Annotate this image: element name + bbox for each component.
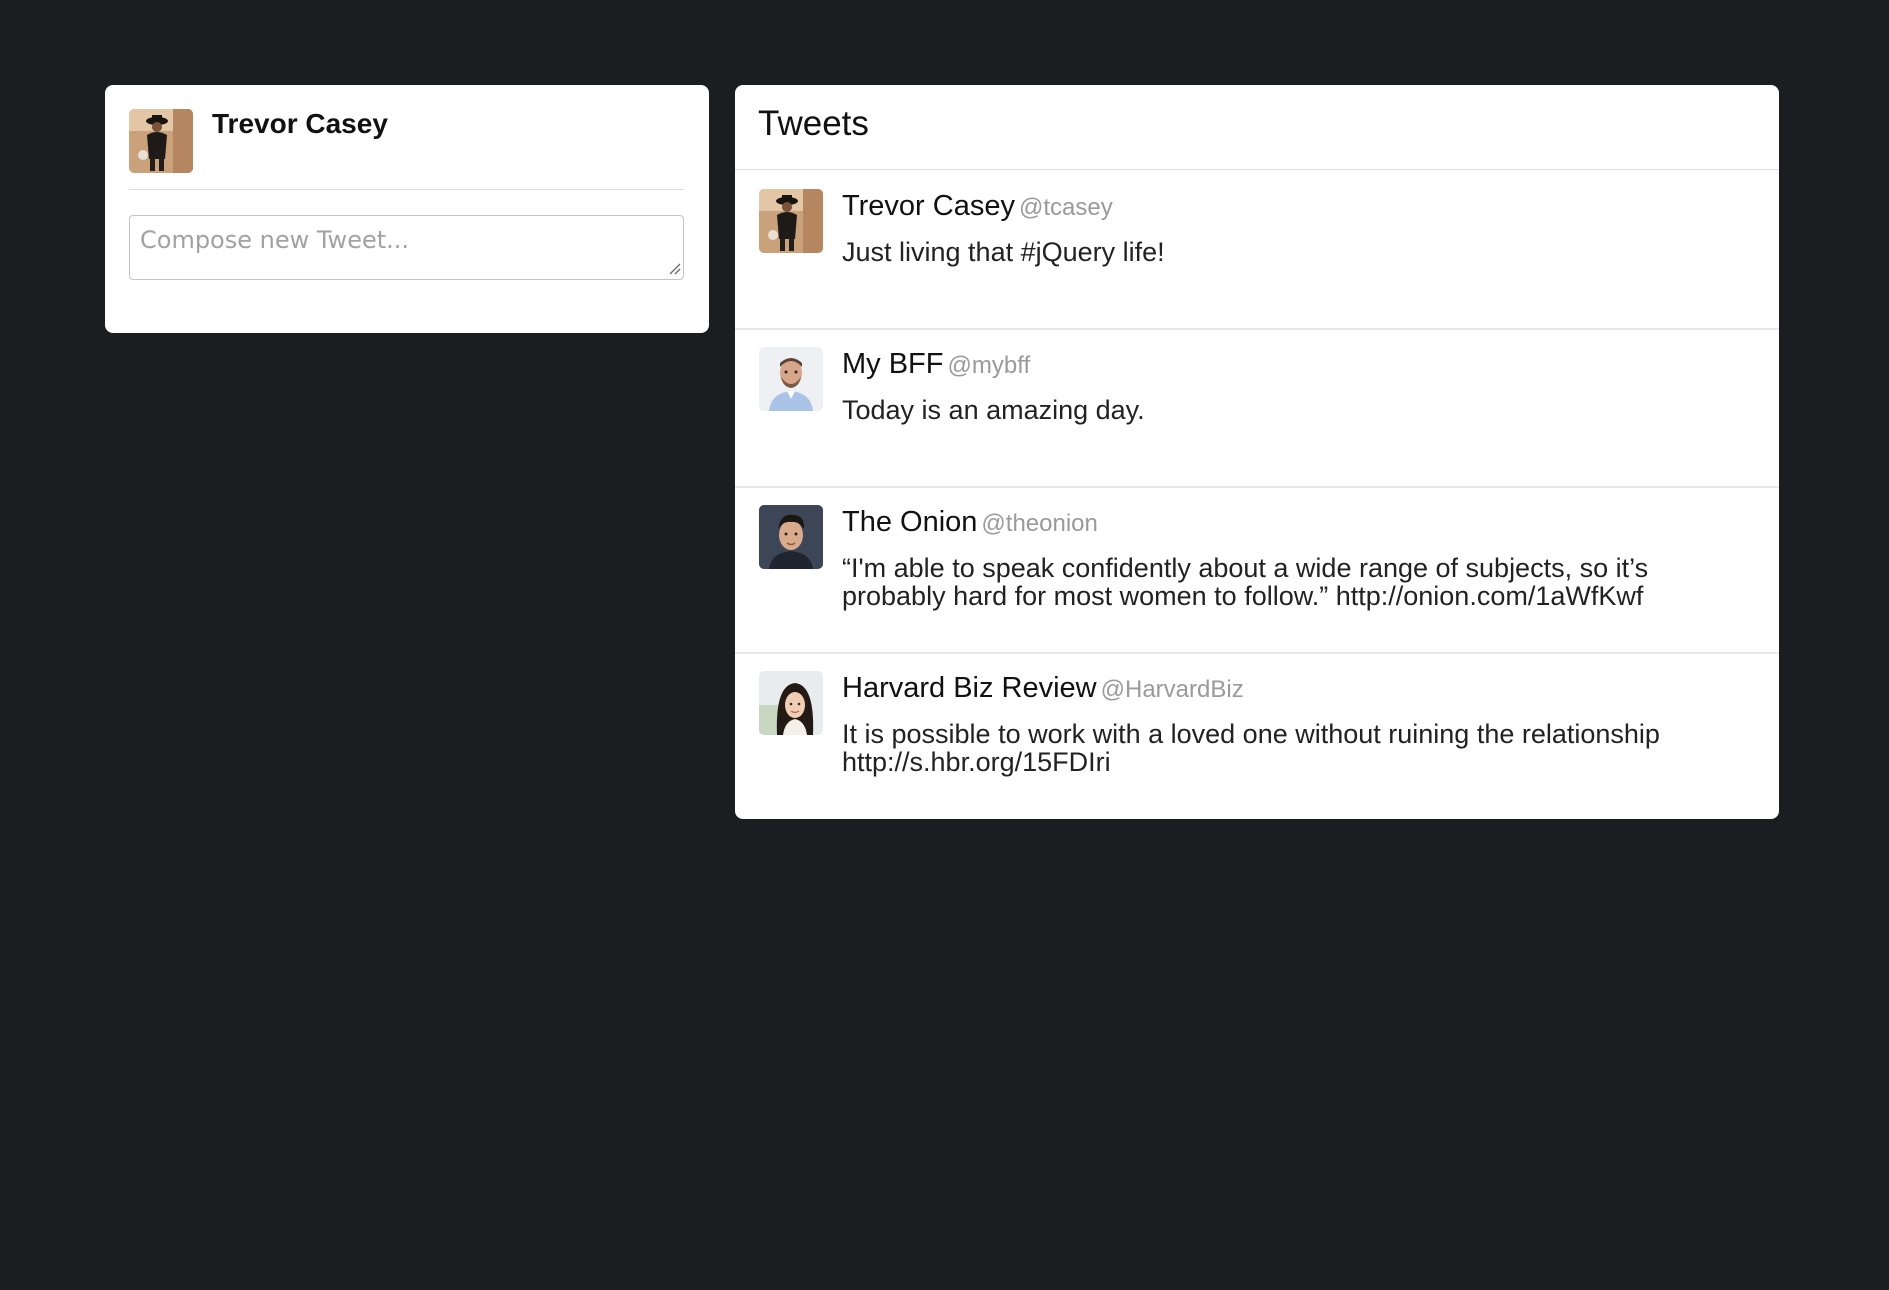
profile-name: Trevor Casey [212, 108, 388, 139]
tweet-text: Just living that #jQuery life! [842, 237, 1165, 267]
tweets-header-divider [735, 169, 1779, 170]
tweet-author-handle[interactable]: @theonion [981, 510, 1097, 537]
tweet-author-name[interactable]: The Onion [842, 506, 977, 538]
tweet-text: Today is an amazing day. [842, 395, 1145, 425]
resize-grip-icon[interactable] [669, 263, 681, 275]
tweet-author-name[interactable]: Harvard Biz Review [842, 672, 1097, 704]
tweet-author-name[interactable]: My BFF [842, 348, 944, 380]
profile-card: Trevor Casey [105, 85, 709, 333]
tweet-divider [735, 328, 1779, 330]
tweet-text: It is possible to work with a loved one … [842, 719, 1660, 777]
tweet-author-handle[interactable]: @HarvardBiz [1101, 676, 1244, 703]
profile-divider [129, 189, 684, 190]
tweet-avatar[interactable] [759, 671, 823, 735]
tweet-divider [735, 652, 1779, 654]
tweet-author-name[interactable]: Trevor Casey [842, 190, 1015, 222]
tweet-author-handle[interactable]: @mybff [948, 352, 1031, 379]
tweet-header: Harvard Biz Review @HarvardBiz [842, 672, 1244, 705]
tweet-text: “I'm able to speak confidently about a w… [842, 553, 1649, 611]
tweets-title: Tweets [758, 104, 869, 143]
tweet-divider [735, 486, 1779, 488]
tweet-avatar[interactable] [759, 189, 823, 253]
profile-avatar[interactable] [129, 109, 193, 173]
tweets-panel: Tweets Trevor Casey @tcasey Just living t… [735, 85, 1779, 819]
tweet-header: My BFF @mybff [842, 348, 1030, 381]
tweet-author-handle[interactable]: @tcasey [1019, 194, 1113, 221]
tweet-header: The Onion @theonion [842, 506, 1098, 539]
tweet-header: Trevor Casey @tcasey [842, 190, 1113, 223]
compose-tweet-input[interactable] [129, 215, 684, 280]
tweet-avatar[interactable] [759, 505, 823, 569]
tweet-avatar[interactable] [759, 347, 823, 411]
